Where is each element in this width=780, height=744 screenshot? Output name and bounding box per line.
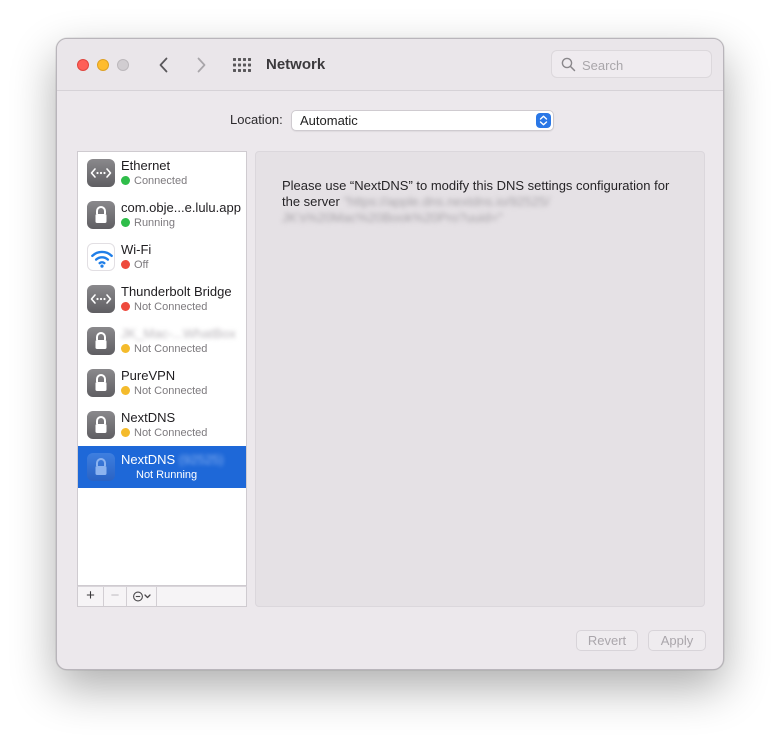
service-name: NextDNS (92525) xyxy=(121,452,224,467)
service-status: Connected xyxy=(121,175,187,187)
service-name: PureVPN xyxy=(121,368,176,383)
ethernet-arrows-icon xyxy=(87,285,115,313)
search-field[interactable] xyxy=(551,50,712,78)
service-item-purevpn[interactable]: PureVPN Not Connected xyxy=(78,362,246,404)
location-value: Automatic xyxy=(300,113,358,128)
status-dot-icon xyxy=(121,218,130,227)
service-status: Not Connected xyxy=(121,343,207,355)
location-label: Location: xyxy=(230,112,283,127)
show-all-button[interactable] xyxy=(232,56,252,74)
server-url-redacted: "https://apple.dns.nextdns.io/92525/ xyxy=(343,194,550,209)
service-name: Wi-Fi xyxy=(121,242,152,257)
minimize-button[interactable] xyxy=(97,59,109,71)
lock-icon xyxy=(87,201,115,229)
popup-stepper xyxy=(536,113,551,128)
service-list[interactable]: Ethernet Connected com.obje...e.lulu.app… xyxy=(77,151,247,586)
server-url-redacted-line2: JK's%20Mac%20Book%20Pro?uuid=" xyxy=(282,210,503,225)
network-preferences-window: Network Location: Automatic xyxy=(56,38,724,670)
service-status: Not Connected xyxy=(121,301,207,313)
service-name: Thunderbolt Bridge xyxy=(121,284,232,299)
status-dot-icon xyxy=(121,260,130,269)
status-dot-icon xyxy=(121,302,130,311)
action-menu-button[interactable] xyxy=(127,587,157,606)
search-input[interactable] xyxy=(582,56,706,74)
service-item-vpn-redacted[interactable]: JK_Mac-...WhatBox Not Connected xyxy=(78,320,246,362)
back-button[interactable] xyxy=(154,55,174,75)
lock-icon xyxy=(87,411,115,439)
service-status: Off xyxy=(121,259,148,271)
service-name: JK_Mac-...WhatBox xyxy=(121,326,236,341)
service-item-lulu[interactable]: com.obje...e.lulu.app Running xyxy=(78,194,246,236)
forward-button[interactable] xyxy=(191,55,211,75)
search-icon xyxy=(561,57,576,72)
service-item-nextdns-selected[interactable]: NextDNS (92525) Not Running xyxy=(78,446,246,488)
configuration-message: Please use “NextDNS” to modify this DNS … xyxy=(282,178,670,225)
window-title: Network xyxy=(266,56,326,73)
status-dot-icon xyxy=(121,428,130,437)
service-status: Running xyxy=(121,217,175,229)
wifi-icon xyxy=(87,243,115,271)
service-list-toolbar: + − xyxy=(77,586,247,607)
add-service-button[interactable]: + xyxy=(78,587,104,606)
location-select[interactable]: Automatic xyxy=(291,110,554,131)
service-status: Not Connected xyxy=(121,385,207,397)
remove-service-button[interactable]: − xyxy=(104,587,127,606)
chevron-up-down-icon xyxy=(539,115,548,126)
service-name: com.obje...e.lulu.app xyxy=(121,200,241,215)
service-item-thunderbolt-bridge[interactable]: Thunderbolt Bridge Not Connected xyxy=(78,278,246,320)
titlebar: Network xyxy=(57,39,723,91)
status-dot-icon xyxy=(121,344,130,353)
chevron-left-icon xyxy=(159,57,168,73)
status-dot-icon xyxy=(121,386,130,395)
service-status: Not Connected xyxy=(121,427,207,439)
close-button[interactable] xyxy=(77,59,89,71)
service-name: NextDNS xyxy=(121,410,176,425)
zoom-button[interactable] xyxy=(117,59,129,71)
revert-button[interactable]: Revert xyxy=(576,630,638,651)
service-status: Not Running xyxy=(136,469,198,481)
service-item-ethernet[interactable]: Ethernet Connected xyxy=(78,152,246,194)
lock-icon xyxy=(87,327,115,355)
service-item-nextdns[interactable]: NextDNS Not Connected xyxy=(78,404,246,446)
lock-icon xyxy=(87,453,115,481)
chevron-right-icon xyxy=(197,57,206,73)
service-item-wifi[interactable]: Wi-Fi Off xyxy=(78,236,246,278)
grid-icon xyxy=(233,58,251,72)
service-detail-panel: Please use “NextDNS” to modify this DNS … xyxy=(255,151,705,607)
service-name: Ethernet xyxy=(121,158,171,173)
ellipsis-circle-chevron-icon xyxy=(133,591,151,602)
lock-icon xyxy=(87,369,115,397)
status-dot-icon xyxy=(121,176,130,185)
ethernet-arrows-icon xyxy=(87,159,115,187)
apply-button[interactable]: Apply xyxy=(648,630,706,651)
